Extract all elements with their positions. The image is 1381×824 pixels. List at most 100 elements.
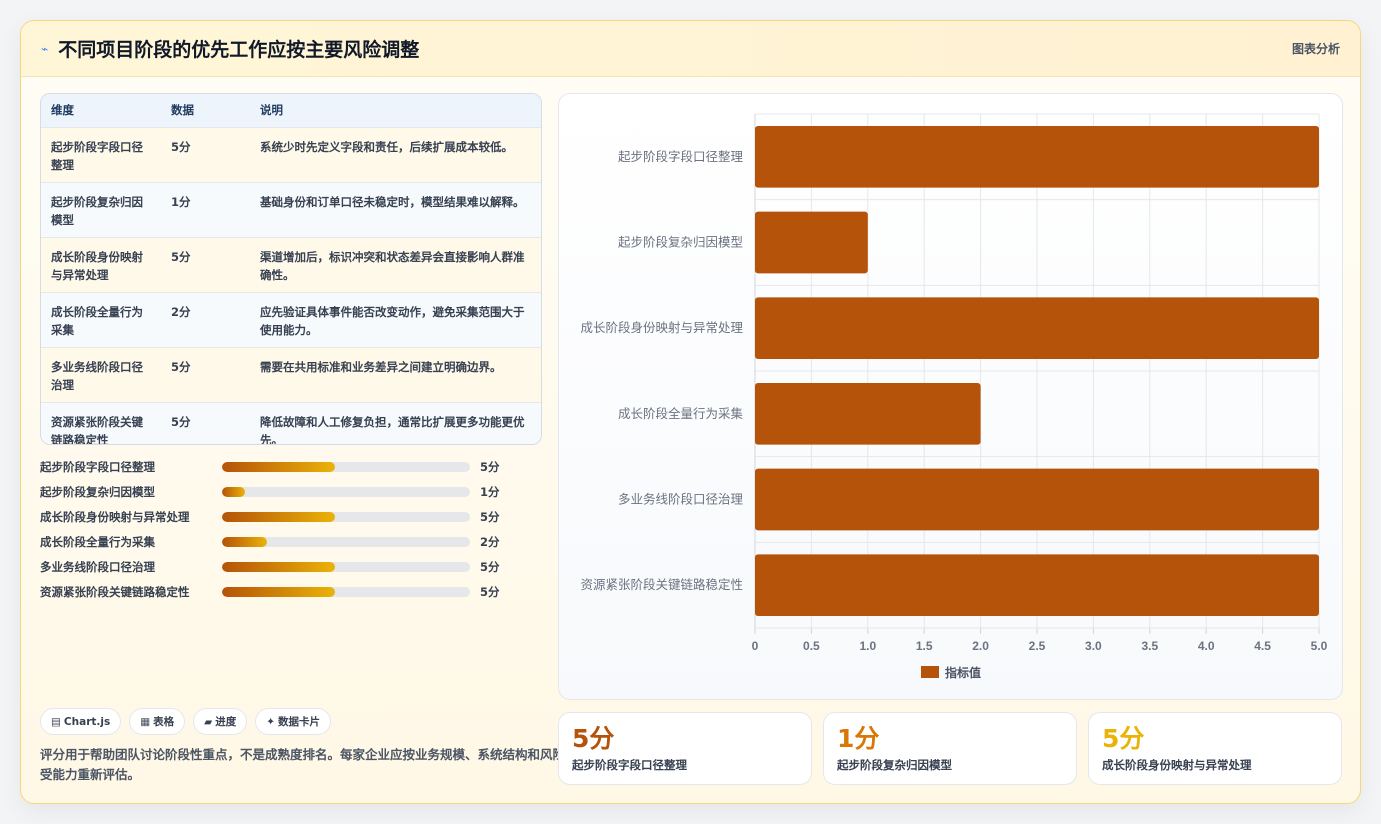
cell-value: 5分 xyxy=(161,346,250,402)
pulse-icon: ⌁ xyxy=(41,41,49,56)
x-tick-label: 5.0 xyxy=(1311,639,1328,653)
progress-fill xyxy=(222,536,268,547)
table-row: 资源紧张阶段关键链路稳定性 5分 降低故障和人工修复负担，通常比扩展更多功能更优先。 xyxy=(41,401,541,444)
stat-label: 起步阶段复杂归因模型 xyxy=(837,758,952,772)
y-tick-label: 多业务线阶段口径治理 xyxy=(618,492,744,507)
tag-chip[interactable]: ▦ 表格 xyxy=(129,708,186,735)
progress-track xyxy=(222,561,470,572)
data-table: 维度 数据 说明 起步阶段字段口径整理 5分 系统少时先定义字段和责任，后续扩展成本… xyxy=(40,93,542,445)
cell-description: 基础身份和订单口径未稳定时，模型结果难以解释。 xyxy=(250,181,541,237)
cell-value: 5分 xyxy=(161,126,250,182)
tag-chip[interactable]: ▰ 进度 xyxy=(193,708,248,735)
progress-track xyxy=(222,536,470,547)
x-tick-label: 0.5 xyxy=(803,639,820,653)
table-header-row: 维度 数据 说明 xyxy=(41,94,541,127)
cell-dimension: 资源紧张阶段关键链路稳定性 xyxy=(41,401,161,444)
tag-label: 数据卡片 xyxy=(278,716,321,728)
x-tick-label: 0 xyxy=(752,639,759,653)
progress-label: 成长阶段全量行为采集 xyxy=(40,534,155,549)
progress-value: 5分 xyxy=(480,509,500,524)
cell-dimension: 多业务线阶段口径治理 xyxy=(41,346,161,402)
column-header-dimension: 维度 xyxy=(51,103,74,118)
y-tick-label: 起步阶段复杂归因模型 xyxy=(618,235,743,250)
tag-label: 进度 xyxy=(215,716,237,728)
progress-fill xyxy=(222,486,245,497)
footnote: 评分用于帮助团队讨论阶段性重点，不是成熟度排名。每家企业应按业务规模、系统结构和… xyxy=(40,747,578,782)
card-header: ⌁ 不同项目阶段的优先工作应按主要风险调整 图表分析 xyxy=(21,21,1360,77)
cell-dimension: 起步阶段复杂归因模型 xyxy=(41,181,161,237)
progress-label: 资源紧张阶段关键链路稳定性 xyxy=(40,584,190,599)
bar-1 xyxy=(755,125,1319,188)
progress-list: 起步阶段字段口径整理 5分 起步阶段复杂归因模型 1分 成长阶段身份映射与异常处理 5分成… xyxy=(40,454,510,604)
cell-description: 应先验证具体事件能否改变动作，避免采集范围大于使用能力。 xyxy=(250,291,541,347)
cell-description: 需要在共用标准和业务差异之间建立明确边界。 xyxy=(250,346,541,402)
y-tick-label: 成长阶段身份映射与异常处理 xyxy=(580,320,743,335)
stat-card: 5分 起步阶段字段口径整理 xyxy=(558,712,812,785)
stat-value: 5分 xyxy=(1102,724,1145,753)
progress-fill xyxy=(222,511,335,522)
cell-dimension: 成长阶段身份映射与异常处理 xyxy=(41,236,161,292)
progress-value: 5分 xyxy=(480,559,500,574)
x-tick-label: 3.0 xyxy=(1085,639,1102,653)
progress-label: 成长阶段身份映射与异常处理 xyxy=(40,509,190,524)
progress-track xyxy=(222,511,470,522)
cell-description: 系统少时先定义字段和责任，后续扩展成本较低。 xyxy=(250,126,541,182)
bar-4 xyxy=(755,382,981,445)
report-card: ⌁ 不同项目阶段的优先工作应按主要风险调整 图表分析 维度 数据 说明 起步阶段… xyxy=(20,20,1361,804)
stat-label: 成长阶段身份映射与异常处理 xyxy=(1102,758,1252,772)
progress-track xyxy=(222,486,470,497)
progress-track xyxy=(222,461,470,472)
table-row: 起步阶段字段口径整理 5分 系统少时先定义字段和责任，后续扩展成本较低。 xyxy=(41,126,541,182)
tag-chip[interactable]: ✦ 数据卡片 xyxy=(255,708,332,735)
progress-row: 成长阶段身份映射与异常处理 5分 xyxy=(40,504,510,529)
cell-value: 5分 xyxy=(161,236,250,292)
stat-card: 1分起步阶段复杂归因模型 xyxy=(823,712,1077,785)
legend-swatch xyxy=(921,666,939,678)
y-tick-label: 资源紧张阶段关键链路稳定性 xyxy=(580,577,743,592)
bar-6 xyxy=(755,554,1319,617)
page-title: 不同项目阶段的优先工作应按主要风险调整 xyxy=(58,39,420,61)
column-header-description: 说明 xyxy=(260,103,283,118)
x-tick-label: 4.0 xyxy=(1198,639,1215,653)
progress-fill xyxy=(222,586,335,597)
cell-dimension: 起步阶段字段口径整理 xyxy=(41,126,161,182)
legend-label: 指标值 xyxy=(945,665,981,680)
stat-card: 5分成长阶段身份映射与异常处理 xyxy=(1088,712,1342,785)
progress-row: 多业务线阶段口径治理 5分 xyxy=(40,554,510,579)
cell-value: 2分 xyxy=(161,291,250,347)
x-tick-label: 1.5 xyxy=(916,639,933,653)
cell-description: 渠道增加后，标识冲突和状态差异会直接影响人群准确性。 xyxy=(250,236,541,292)
progress-value: 5分 xyxy=(480,584,500,599)
progress-fill xyxy=(222,461,335,472)
tag-icon: ▰ xyxy=(204,715,213,728)
y-tick-label: 起步阶段字段口径整理 xyxy=(618,149,744,164)
bar-chart: 0 0.5 1.0 1.5 2.0 2.5 3.0 3.5 4.0 4.5 5.0 起步阶段字段口径整… xyxy=(558,93,1343,700)
tag-label: Chart.js xyxy=(63,715,111,728)
progress-track xyxy=(222,586,470,597)
tag-icon: ✦ xyxy=(266,715,276,728)
tag-chip[interactable]: ▤ Chart.js xyxy=(40,708,122,735)
progress-row: 资源紧张阶段关键链路稳定性 5分 xyxy=(40,579,510,604)
x-tick-label: 4.5 xyxy=(1254,639,1271,653)
progress-fill xyxy=(222,561,335,572)
stat-value: 1分 xyxy=(837,724,880,753)
progress-value: 5分 xyxy=(480,459,500,474)
progress-label: 起步阶段字段口径整理 xyxy=(40,459,155,474)
progress-value: 2分 xyxy=(480,534,500,549)
stat-label: 起步阶段字段口径整理 xyxy=(572,758,687,772)
table-row: 成长阶段身份映射与异常处理 5分 渠道增加后，标识冲突和状态差异会直接影响人群准确性… xyxy=(41,236,541,292)
x-tick-label: 2.0 xyxy=(972,639,989,653)
x-tick-label: 1.0 xyxy=(859,639,876,653)
column-header-data: 数据 xyxy=(171,103,194,118)
cell-value: 5分 xyxy=(161,401,250,444)
chart-analysis-label: 图表分析 xyxy=(1291,42,1340,56)
progress-row: 起步阶段字段口径整理 5分 xyxy=(40,454,510,479)
bar-3 xyxy=(755,297,1319,360)
cell-dimension: 成长阶段全量行为采集 xyxy=(41,291,161,347)
progress-label: 多业务线阶段口径治理 xyxy=(40,559,155,574)
progress-row: 起步阶段复杂归因模型 1分 xyxy=(40,479,510,504)
bar-chart-svg: 0 0.5 1.0 1.5 2.0 2.5 3.0 3.5 4.0 4.5 5.0 起步阶段字段口径整… xyxy=(580,113,1328,680)
progress-value: 1分 xyxy=(480,484,500,499)
cell-value: 1分 xyxy=(161,181,250,237)
table-row: 起步阶段复杂归因模型 1分 基础身份和订单口径未稳定时，模型结果难以解释。 xyxy=(41,181,541,237)
